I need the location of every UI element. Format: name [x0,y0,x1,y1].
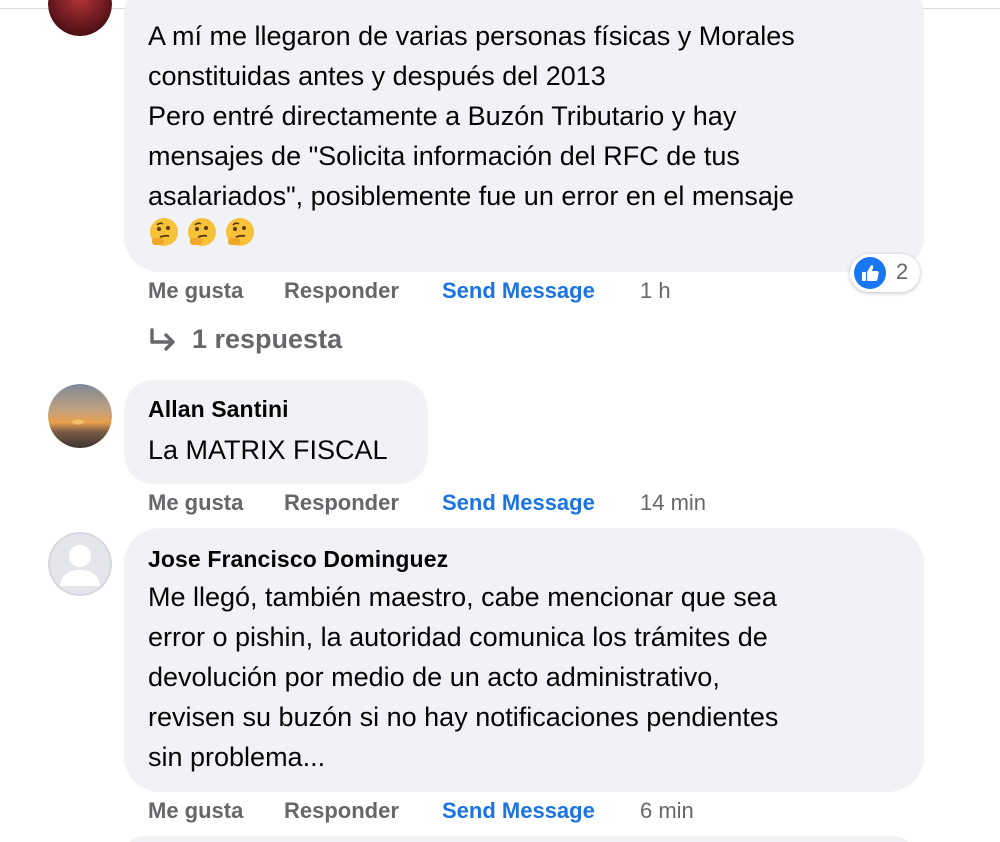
comment-thread: A mí me llegaron de varias personas físi… [0,0,1000,842]
comment-text: La MATRIX FISCAL [148,435,388,465]
thinking-face-icon [186,216,218,259]
emoji-line [148,216,795,256]
comment-bubble [124,836,914,842]
avatar[interactable] [48,532,112,596]
comment-bubble: A mí me llegaron de varias personas físi… [124,0,924,272]
comment-bubble: Jose Francisco Dominguez Me llegó, tambi… [124,528,924,792]
avatar[interactable] [48,0,112,36]
thinking-face-icon [224,216,256,259]
avatar[interactable] [48,384,112,448]
send-message-button[interactable]: Send Message [442,490,595,516]
like-button[interactable]: Me gusta [148,490,243,516]
comment-bubble: Allan Santini La MATRIX FISCAL [124,380,428,484]
reply-arrow-icon [148,328,178,361]
comment-author[interactable]: Jose Francisco Dominguez [148,546,448,573]
send-message-button[interactable]: Send Message [442,278,595,304]
send-message-button[interactable]: Send Message [442,798,595,824]
comment-author[interactable]: Allan Santini [148,396,289,423]
reply-button[interactable]: Responder [284,798,399,824]
like-button[interactable]: Me gusta [148,278,243,304]
replies-count-label: 1 respuesta [192,324,343,354]
timestamp[interactable]: 6 min [640,798,694,824]
comment-text: A mí me llegaron de varias personas físi… [148,16,795,256]
timestamp[interactable]: 14 min [640,490,706,516]
like-icon [854,257,886,294]
comment-text: Me llegó, también maestro, cabe menciona… [148,582,779,772]
timestamp[interactable]: 1 h [640,278,671,304]
like-button[interactable]: Me gusta [148,798,243,824]
reply-button[interactable]: Responder [284,490,399,516]
reaction-count: 2 [896,259,909,284]
reply-button[interactable]: Responder [284,278,399,304]
thinking-face-icon [148,216,180,259]
reaction-count-badge[interactable]: 2 [850,254,920,292]
